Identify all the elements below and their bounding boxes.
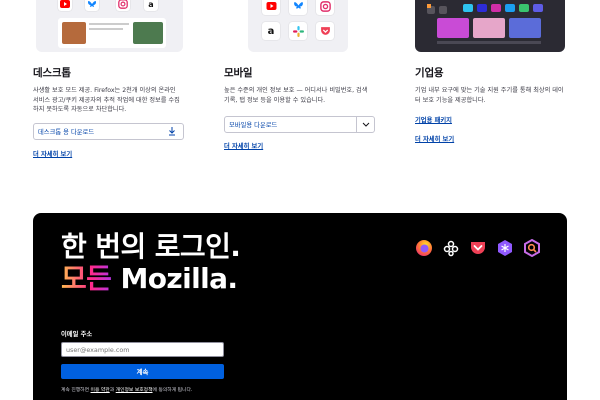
mobile-column: a 모바일 높은 수준의 개인 정보 보호 — 어디서나 비밀번호, 검색 기록… <box>224 0 384 152</box>
firefox-icon <box>416 240 432 256</box>
desktop-screenshot: a <box>36 0 183 52</box>
youtube-icon <box>262 0 280 15</box>
chevron-down-icon[interactable] <box>356 117 374 132</box>
desktop-download-button[interactable]: 데스크톱 용 다운로드 <box>33 122 184 140</box>
enterprise-links: 기업용 패키지 더 자세히 보기 <box>415 105 575 145</box>
promo-heading-rest: Mozilla. <box>111 262 238 295</box>
promo-heading: 한 번의 로그인. 모든 Mozilla. <box>61 230 241 295</box>
desktop-column: a 데스크톱 사생활 보호 모드 제공. Firefox는 2천개 이상의 온라… <box>33 0 193 160</box>
enterprise-screenshot <box>415 0 565 52</box>
terms-text: 계속 진행하면 이용 약관과 개인정보 보호정책에 동의하게 됩니다. <box>61 386 192 393</box>
terms-suffix: 에 동의하게 됩니다. <box>152 388 193 393</box>
mobile-download-select[interactable]: 모바일용 다운로드 <box>224 116 375 133</box>
youtube-icon <box>58 0 72 11</box>
promo-heading-line1: 한 번의 로그인. <box>61 230 241 263</box>
enterprise-description: 기업 내부 요구에 맞는 기술 지원 주기를 통해 최상의 데이터 보호 기능을… <box>415 87 564 104</box>
desktop-download-label: 데스크톱 용 다운로드 <box>38 128 95 136</box>
enterprise-column: 기업용 기업 내부 요구에 맞는 기술 지원 주기를 통해 최상의 데이터 보호… <box>415 0 575 145</box>
continue-button[interactable]: 계속 <box>61 364 224 379</box>
bluesky-icon <box>289 0 307 15</box>
mobile-title: 모바일 <box>224 67 253 79</box>
email-label: 이메일 주소 <box>61 331 93 338</box>
promo-heading-gradient: 모든 <box>61 262 112 295</box>
product-logos <box>415 239 541 257</box>
desktop-description: 사생활 보호 모드 제공. Firefox는 2천개 이상의 온라인 서비스 광… <box>33 87 180 113</box>
monitor-icon <box>524 239 540 257</box>
terms-prefix: 계속 진행하면 <box>61 388 91 393</box>
instagram-icon <box>316 0 334 15</box>
enterprise-title: 기업용 <box>415 67 444 79</box>
enterprise-package-link[interactable]: 기업용 패키지 <box>415 115 452 124</box>
promo-heading-line2: 모든 Mozilla. <box>61 263 240 295</box>
enterprise-more-link[interactable]: 더 자세히 보기 <box>415 134 454 143</box>
mobile-more-link[interactable]: 더 자세히 보기 <box>224 141 263 150</box>
amazon-icon: a <box>262 22 280 40</box>
article-preview <box>58 18 166 48</box>
pocket-icon <box>316 22 334 40</box>
relay-icon <box>498 240 512 256</box>
download-arrow-icon <box>169 127 175 136</box>
mozilla-account-promo: 한 번의 로그인. 모든 Mozilla. 이메일 주소 계속 계속 진행하면 … <box>33 213 567 400</box>
pocket-icon <box>471 242 485 254</box>
mobile-screenshot: a <box>248 0 348 52</box>
email-input[interactable] <box>61 342 224 357</box>
mozilla-vpn-icon <box>443 240 459 257</box>
mobile-description: 높은 수준의 개인 정보 보호 — 어디서나 비밀번호, 검색 기록, 탭 정보… <box>224 87 368 104</box>
instagram-icon <box>116 0 130 11</box>
desktop-more-link[interactable]: 더 자세히 보기 <box>33 149 72 158</box>
desktop-title: 데스크톱 <box>33 67 71 79</box>
bluesky-icon <box>85 0 99 11</box>
mobile-download-label: 모바일용 다운로드 <box>229 122 278 129</box>
slack-icon <box>289 22 307 40</box>
terms-of-service-link[interactable]: 이용 약관 <box>91 388 110 393</box>
privacy-policy-link[interactable]: 개인정보 보호정책 <box>116 388 153 393</box>
amazon-icon: a <box>144 0 158 11</box>
